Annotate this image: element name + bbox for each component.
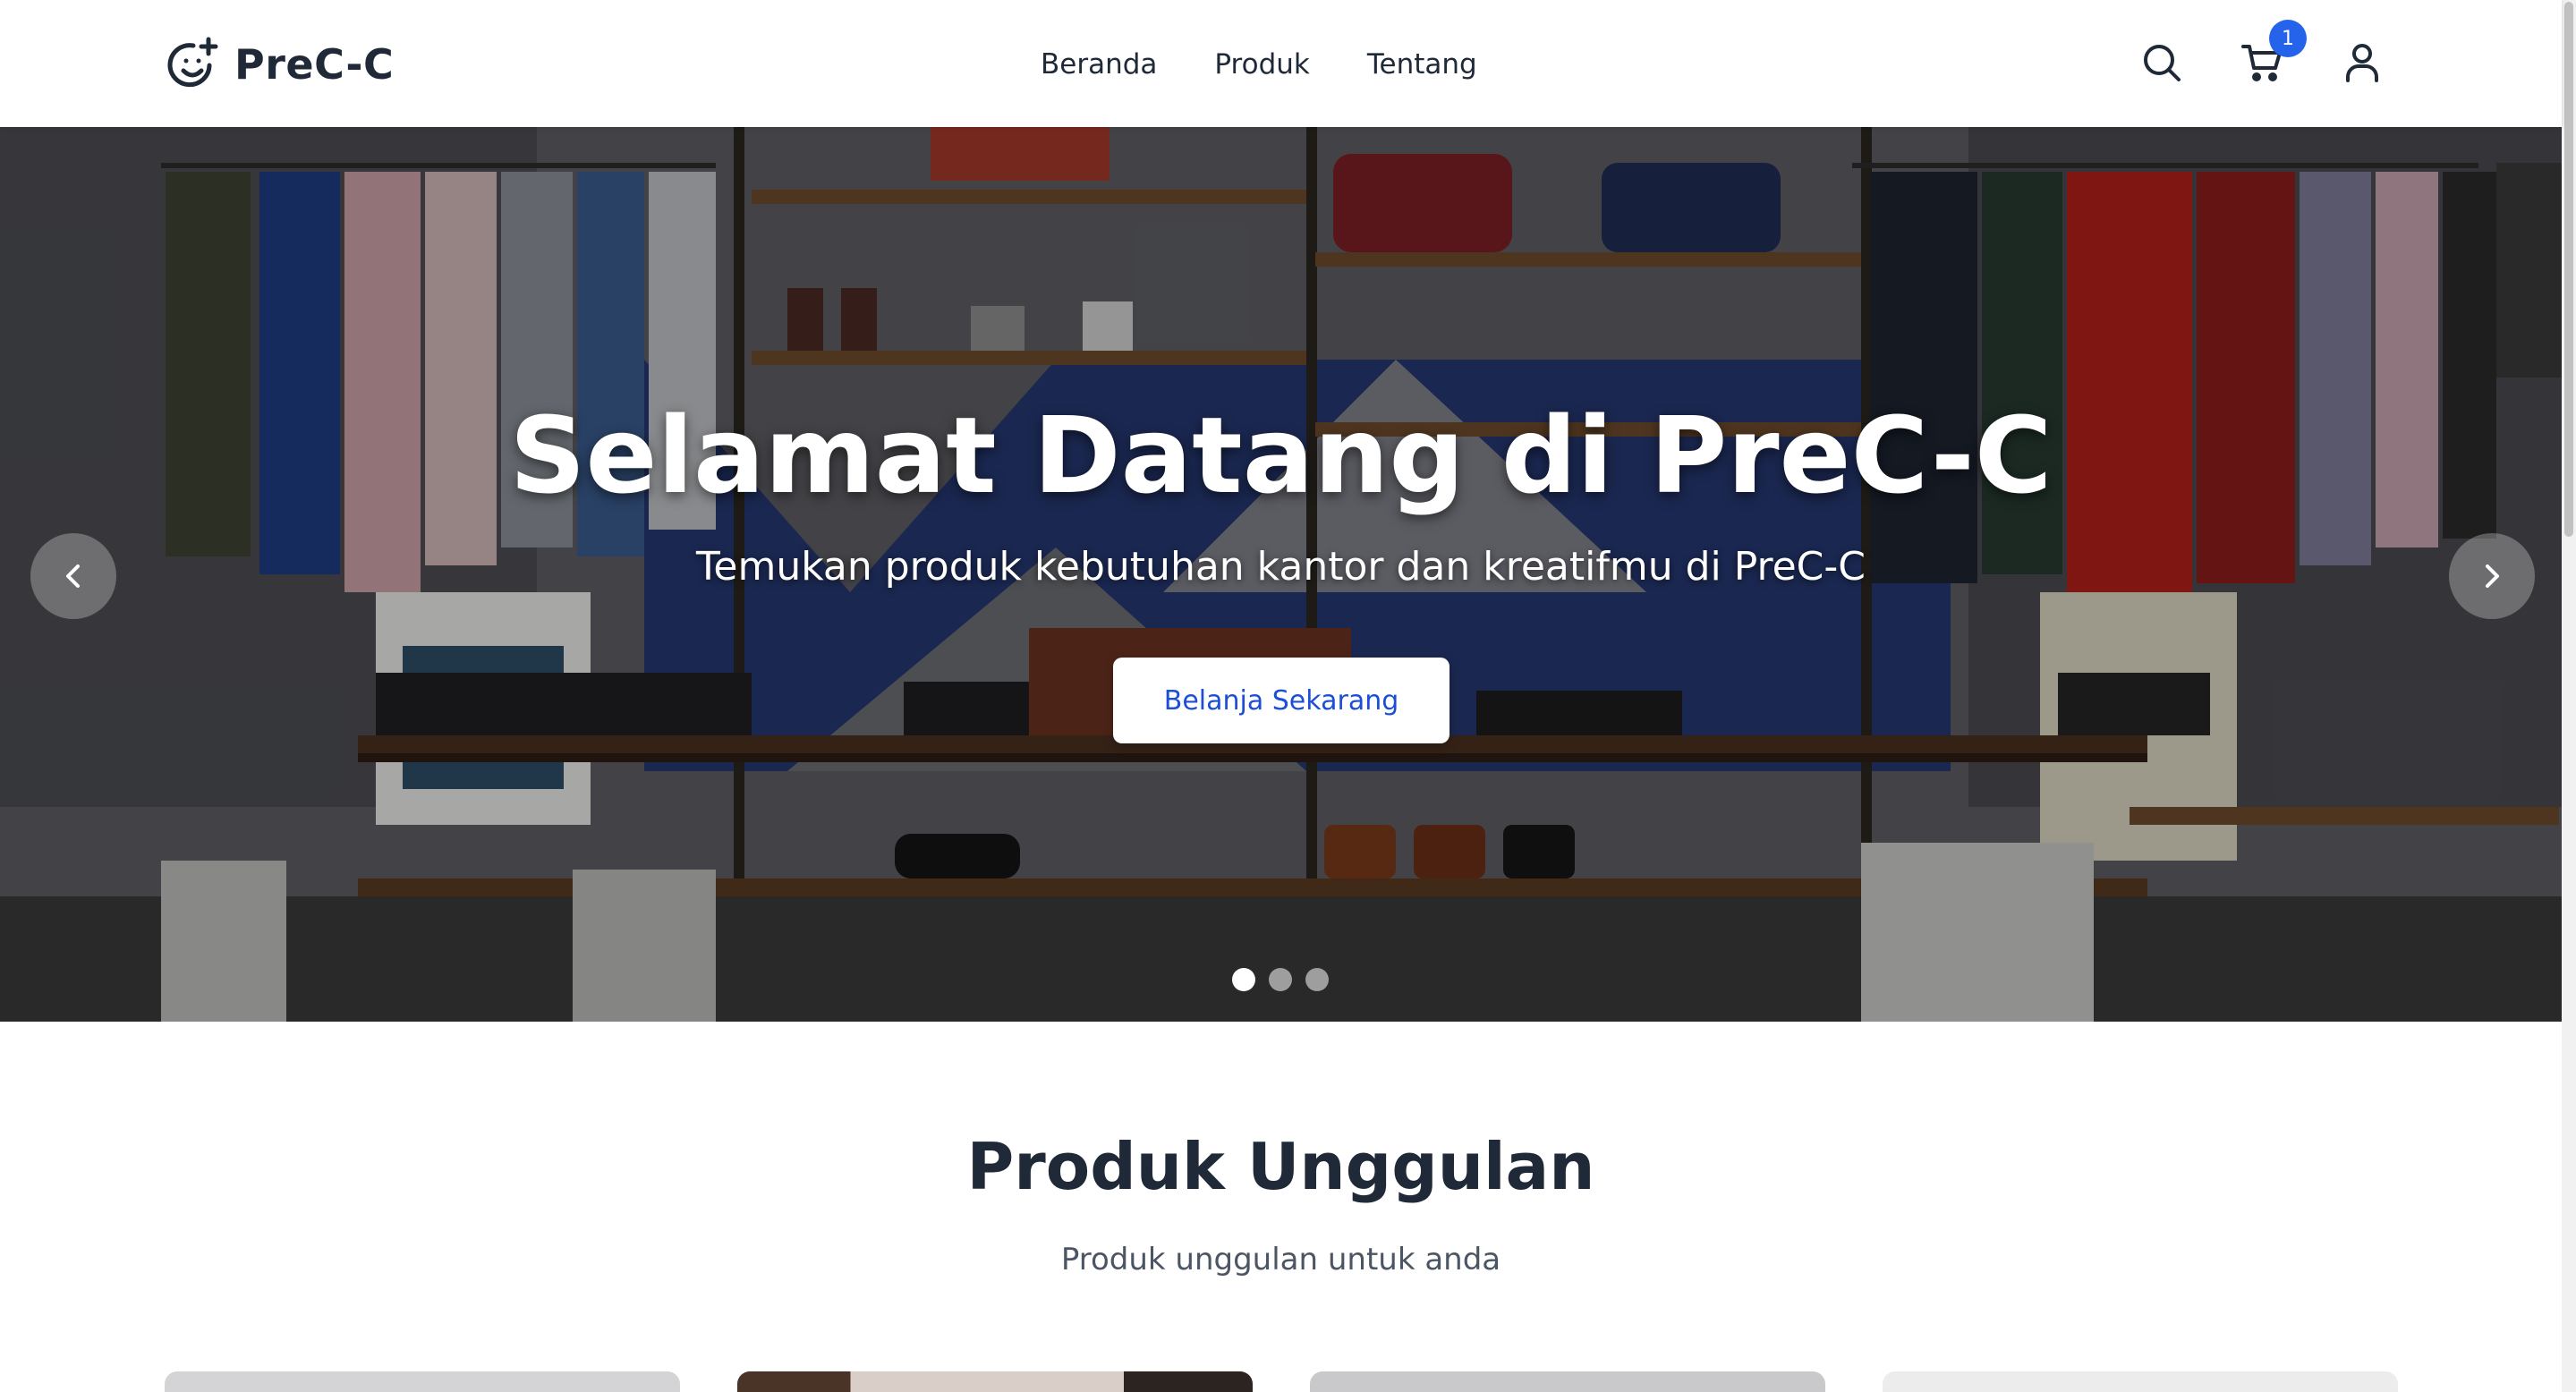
hero-title: Selamat Datang di PreC-C [509,394,2053,517]
carousel-indicators [1232,968,1329,991]
page-scrollbar[interactable] [2562,0,2576,1392]
site-header: PreC-C Beranda Produk Tentang 1 [0,0,2562,127]
face-plus-icon [167,37,218,88]
nav-item-produk[interactable]: Produk [1214,41,1309,88]
main-nav: Beranda Produk Tentang [1041,41,1477,88]
carousel-dot-2[interactable] [1269,968,1292,991]
featured-section-title: Produk Unggulan [966,1129,1595,1204]
search-button[interactable] [2137,38,2187,88]
product-card-3[interactable] [1310,1371,1825,1392]
featured-section-subtitle: Produk unggulan untuk anda [1060,1242,1501,1277]
product-card-1[interactable] [165,1371,680,1392]
carousel-dot-3[interactable] [1305,968,1329,991]
hero-subtitle: Temukan produk kebutuhan kantor dan krea… [695,544,1866,590]
brand-name: PreC-C [234,40,395,89]
cart-count-badge: 1 [2269,20,2307,57]
product-card-4[interactable] [1883,1371,2398,1392]
brand-logo-link[interactable]: PreC-C [165,32,394,97]
shop-now-button[interactable]: Belanja Sekarang [1113,658,1450,743]
account-button[interactable] [2337,38,2387,88]
nav-item-tentang[interactable]: Tentang [1367,41,1477,88]
hero-carousel: Selamat Datang di PreC-C Temukan produk … [0,127,2562,1022]
nav-item-beranda[interactable]: Beranda [1041,41,1157,88]
carousel-dot-1[interactable] [1232,968,1255,991]
search-icon [2144,45,2181,81]
product-card-2[interactable] [737,1371,1253,1392]
scrollbar-thumb[interactable] [2564,2,2573,537]
user-icon [2346,44,2378,82]
